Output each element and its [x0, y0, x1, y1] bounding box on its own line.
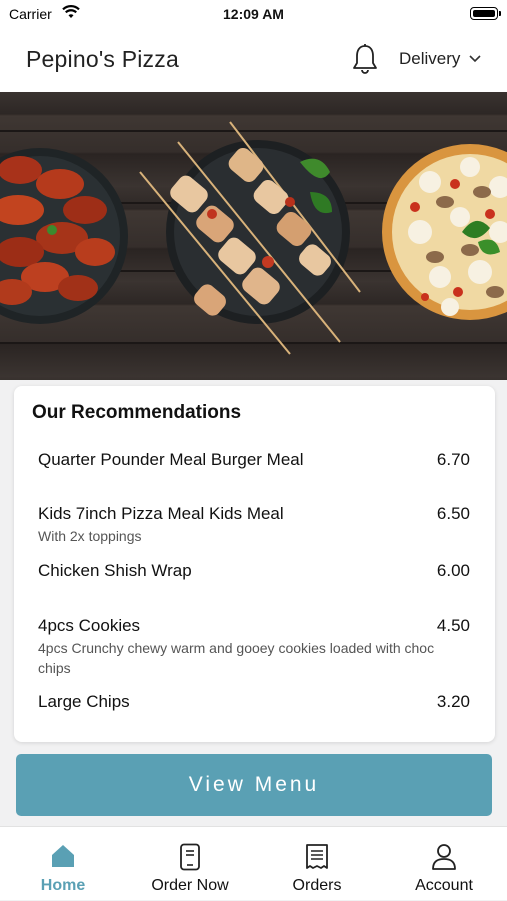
- tab-account-label: Account: [415, 877, 473, 894]
- home-icon: [52, 845, 74, 867]
- tab-order-now-label: Order Now: [151, 877, 229, 894]
- clock: 12:09 AM: [223, 6, 284, 22]
- bottom-tab-bar: Home Order Now Orders Account: [0, 826, 507, 900]
- recommendations-title: Our Recommendations: [32, 402, 242, 423]
- bell-icon[interactable]: [350, 43, 380, 75]
- menu-item-price: 6.00: [436, 561, 470, 580]
- menu-item-name: Chicken Shish Wrap: [38, 561, 192, 580]
- menu-item-price: 6.70: [436, 450, 470, 469]
- menu-item-description: 4pcs Crunchy chewy warm and gooey cookie…: [38, 640, 435, 676]
- app-header: Pepino's Pizza Delivery: [0, 28, 507, 92]
- tab-account[interactable]: Account: [381, 827, 507, 901]
- delivery-mode-dropdown[interactable]: Delivery: [399, 49, 481, 69]
- menu-item[interactable]: Quarter Pounder Meal Burger Meal 6.70: [38, 450, 470, 470]
- menu-item-description: With 2x toppings: [38, 528, 142, 544]
- tab-orders-label: Orders: [292, 877, 342, 894]
- view-menu-button[interactable]: View Menu: [16, 754, 492, 816]
- pizza: [382, 144, 507, 320]
- restaurant-title: Pepino's Pizza: [26, 46, 179, 72]
- menu-item-name: 4pcs Cookies: [38, 616, 141, 635]
- menu-item-price: 4.50: [436, 616, 470, 635]
- status-bar: Carrier 12:09 AM: [0, 0, 507, 28]
- recommendations-card: Our Recommendations Quarter Pounder Meal…: [14, 386, 495, 742]
- battery-icon: [470, 7, 501, 20]
- tab-orders[interactable]: Orders: [254, 827, 380, 901]
- food-illustration: [0, 121, 507, 355]
- menu-item[interactable]: Chicken Shish Wrap 6.00: [38, 561, 470, 581]
- delivery-label: Delivery: [399, 49, 461, 68]
- chicken-wings-plate: [0, 148, 128, 324]
- menu-item-name: Kids 7inch Pizza Meal Kids Meal: [38, 504, 284, 523]
- menu-item-name: Large Chips: [38, 692, 130, 711]
- menu-item-price: 3.20: [436, 692, 470, 711]
- tab-home[interactable]: Home: [0, 827, 126, 901]
- chicken-skewers-plate: [139, 121, 361, 355]
- hero-banner-image: [0, 92, 507, 380]
- menu-item[interactable]: Large Chips 3.20: [38, 692, 470, 712]
- menu-item[interactable]: Kids 7inch Pizza Meal Kids Meal With 2x …: [38, 504, 470, 546]
- menu-item[interactable]: 4pcs Cookies 4pcs Crunchy chewy warm and…: [38, 616, 470, 678]
- menu-item-name: Quarter Pounder Meal Burger Meal: [38, 450, 304, 469]
- chevron-down-icon: [469, 55, 481, 63]
- tab-home-label: Home: [40, 877, 86, 894]
- tab-order-now[interactable]: Order Now: [127, 827, 253, 901]
- person-icon: [432, 844, 456, 870]
- receipt-icon: [306, 844, 328, 869]
- menu-item-price: 6.50: [436, 504, 470, 523]
- phone-order-icon: [180, 843, 200, 871]
